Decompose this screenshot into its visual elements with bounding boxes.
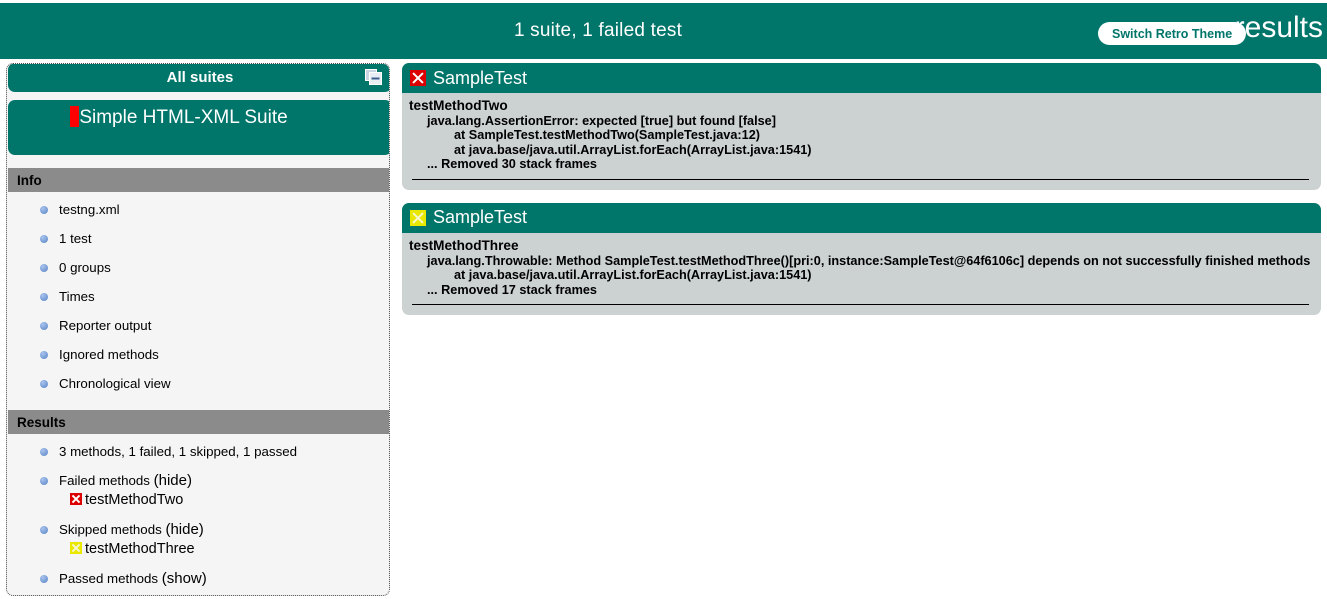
skip-status-icon bbox=[70, 542, 82, 554]
removed-frames-note: ... Removed 17 stack frames bbox=[402, 283, 1321, 298]
result-panel-body: testMethodTwo java.lang.AssertionError: … bbox=[402, 93, 1321, 190]
info-section-header: Info bbox=[8, 168, 390, 192]
suite-summary-text: 1 suite, 1 failed test bbox=[0, 3, 1196, 59]
fail-status-icon bbox=[70, 493, 82, 505]
suite-item-simple-html-xml[interactable]: Simple HTML-XML Suite bbox=[8, 100, 390, 155]
list-item[interactable]: Ignored methods bbox=[8, 346, 390, 363]
result-panel-skipped: SampleTest testMethodThree java.lang.Thr… bbox=[402, 203, 1321, 315]
collapse-panels-icon[interactable] bbox=[365, 69, 382, 85]
list-item: Passed methods (show) bbox=[8, 570, 390, 587]
list-item: 3 methods, 1 failed, 1 skipped, 1 passed bbox=[8, 443, 390, 460]
suites-sidebar: All suites Simple HTML-XML Suite Info te… bbox=[6, 63, 390, 596]
info-link-tests[interactable]: 1 test bbox=[59, 231, 92, 246]
bullet-icon bbox=[40, 351, 48, 359]
skipped-methods-label: Skipped methods bbox=[59, 522, 162, 537]
bullet-icon bbox=[40, 477, 48, 485]
passed-methods-toggle[interactable]: (show) bbox=[162, 570, 207, 587]
list-item[interactable]: Reporter output bbox=[8, 317, 390, 334]
list-item[interactable]: 1 test bbox=[8, 230, 390, 247]
passed-methods-label: Passed methods bbox=[59, 571, 158, 586]
test-results-main: SampleTest testMethodTwo java.lang.Asser… bbox=[402, 63, 1321, 328]
info-list: testng.xml 1 test 0 groups Times Reporte… bbox=[8, 201, 390, 404]
panel-divider bbox=[412, 179, 1309, 180]
info-link-groups[interactable]: 0 groups bbox=[59, 260, 111, 275]
results-section-header: Results bbox=[8, 410, 390, 434]
list-item[interactable]: testng.xml bbox=[8, 201, 390, 218]
bullet-icon bbox=[40, 322, 48, 330]
skipped-methods-toggle[interactable]: (hide) bbox=[165, 521, 203, 538]
failed-method-name: testMethodTwo bbox=[85, 492, 183, 508]
skipped-method-name: testMethodThree bbox=[85, 541, 195, 557]
bullet-icon bbox=[40, 448, 48, 456]
suite-fail-indicator bbox=[70, 106, 79, 127]
failed-method-item[interactable]: testMethodTwo bbox=[59, 491, 390, 509]
all-suites-label: All suites bbox=[167, 69, 234, 86]
results-list: 3 methods, 1 failed, 1 skipped, 1 passed… bbox=[8, 443, 390, 596]
bullet-icon bbox=[40, 526, 48, 534]
suite-name-label: Simple HTML-XML Suite bbox=[79, 107, 287, 128]
fail-status-icon bbox=[410, 70, 426, 86]
list-item[interactable]: 0 groups bbox=[8, 259, 390, 276]
result-panel-title: SampleTest bbox=[433, 207, 527, 228]
stack-frame: at java.base/java.util.ArrayList.forEach… bbox=[402, 268, 1321, 283]
test-method-name: testMethodThree bbox=[402, 239, 1321, 254]
info-link-testng-xml[interactable]: testng.xml bbox=[59, 202, 120, 217]
result-panel-header: SampleTest bbox=[402, 203, 1321, 233]
failed-methods-toggle[interactable]: (hide) bbox=[154, 472, 192, 489]
result-panel-body: testMethodThree java.lang.Throwable: Met… bbox=[402, 233, 1321, 315]
exception-message: java.lang.Throwable: Method SampleTest.t… bbox=[402, 254, 1321, 269]
removed-frames-note: ... Removed 30 stack frames bbox=[402, 157, 1321, 172]
bullet-icon bbox=[40, 235, 48, 243]
bullet-icon bbox=[40, 264, 48, 272]
exception-message: java.lang.AssertionError: expected [true… bbox=[402, 114, 1321, 129]
bullet-icon bbox=[40, 380, 48, 388]
page-title: results bbox=[1235, 5, 1323, 51]
skipped-method-item[interactable]: testMethodThree bbox=[59, 540, 390, 558]
switch-retro-theme-button[interactable]: Switch Retro Theme bbox=[1098, 22, 1246, 45]
list-item: Failed methods (hide) testMethodTwo bbox=[8, 472, 390, 509]
bullet-icon bbox=[40, 206, 48, 214]
info-link-ignored-methods[interactable]: Ignored methods bbox=[59, 347, 159, 362]
results-summary: 3 methods, 1 failed, 1 skipped, 1 passed bbox=[59, 444, 297, 459]
failed-methods-label: Failed methods bbox=[59, 473, 150, 488]
list-item: Skipped methods (hide) testMethodThree bbox=[8, 521, 390, 558]
skip-status-icon bbox=[410, 210, 426, 226]
list-item[interactable]: Chronological view bbox=[8, 375, 390, 392]
top-banner: 1 suite, 1 failed test results Switch Re… bbox=[0, 3, 1327, 59]
stack-frame: at java.base/java.util.ArrayList.forEach… bbox=[402, 143, 1321, 158]
panel-divider bbox=[412, 304, 1309, 305]
bullet-icon bbox=[40, 293, 48, 301]
stack-frame: at SampleTest.testMethodTwo(SampleTest.j… bbox=[402, 128, 1321, 143]
info-link-times[interactable]: Times bbox=[59, 289, 95, 304]
all-suites-header: All suites bbox=[8, 63, 390, 92]
result-panel-title: SampleTest bbox=[433, 68, 527, 89]
list-item[interactable]: Times bbox=[8, 288, 390, 305]
result-panel-header: SampleTest bbox=[402, 63, 1321, 93]
suite-name: Simple HTML-XML Suite bbox=[8, 106, 390, 130]
test-method-name: testMethodTwo bbox=[402, 99, 1321, 114]
bullet-icon bbox=[40, 575, 48, 583]
info-link-reporter-output[interactable]: Reporter output bbox=[59, 318, 151, 333]
info-link-chronological-view[interactable]: Chronological view bbox=[59, 376, 171, 391]
result-panel-failed: SampleTest testMethodTwo java.lang.Asser… bbox=[402, 63, 1321, 190]
